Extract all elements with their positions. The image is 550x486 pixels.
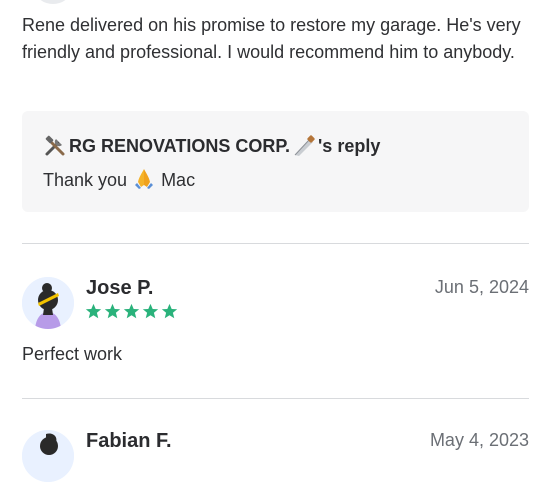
folded-hands-icon xyxy=(133,167,155,194)
saw-icon xyxy=(292,134,316,158)
divider xyxy=(22,243,529,244)
review-text: Rene delivered on his promise to restore… xyxy=(22,15,521,62)
reply-text: Thank you Mac xyxy=(43,167,195,194)
tools-icon xyxy=(43,134,67,158)
star-icon xyxy=(123,303,140,319)
business-name: RG RENOVATIONS CORP. xyxy=(69,135,291,156)
review-text: Perfect work xyxy=(22,344,123,364)
avatar xyxy=(22,277,74,329)
avatar xyxy=(22,430,74,482)
star-icon xyxy=(85,303,102,319)
star-icon xyxy=(142,303,159,319)
review-header-jose: Jose P. Jun 5, 2024 xyxy=(22,277,529,333)
star-icon xyxy=(104,303,121,319)
star-rating xyxy=(85,303,178,320)
reviewer-name: Jose P. xyxy=(86,277,154,299)
business-reply: RG RENOVATIONS CORP. 's reply Thank you … xyxy=(22,111,529,212)
review-date: May 4, 2023 xyxy=(429,430,529,450)
review-header-fabian: Fabian F. May 4, 2023 xyxy=(22,430,529,486)
reply-suffix: 's reply xyxy=(318,135,381,156)
star-icon xyxy=(161,303,178,319)
reply-text-part1: Thank you xyxy=(43,170,128,190)
previous-reviewer-avatar xyxy=(36,0,70,4)
divider xyxy=(22,398,529,399)
reply-title: RG RENOVATIONS CORP. 's reply xyxy=(43,134,380,158)
review-date: Jun 5, 2024 xyxy=(434,277,529,297)
reply-text-part2: Mac xyxy=(161,170,196,190)
